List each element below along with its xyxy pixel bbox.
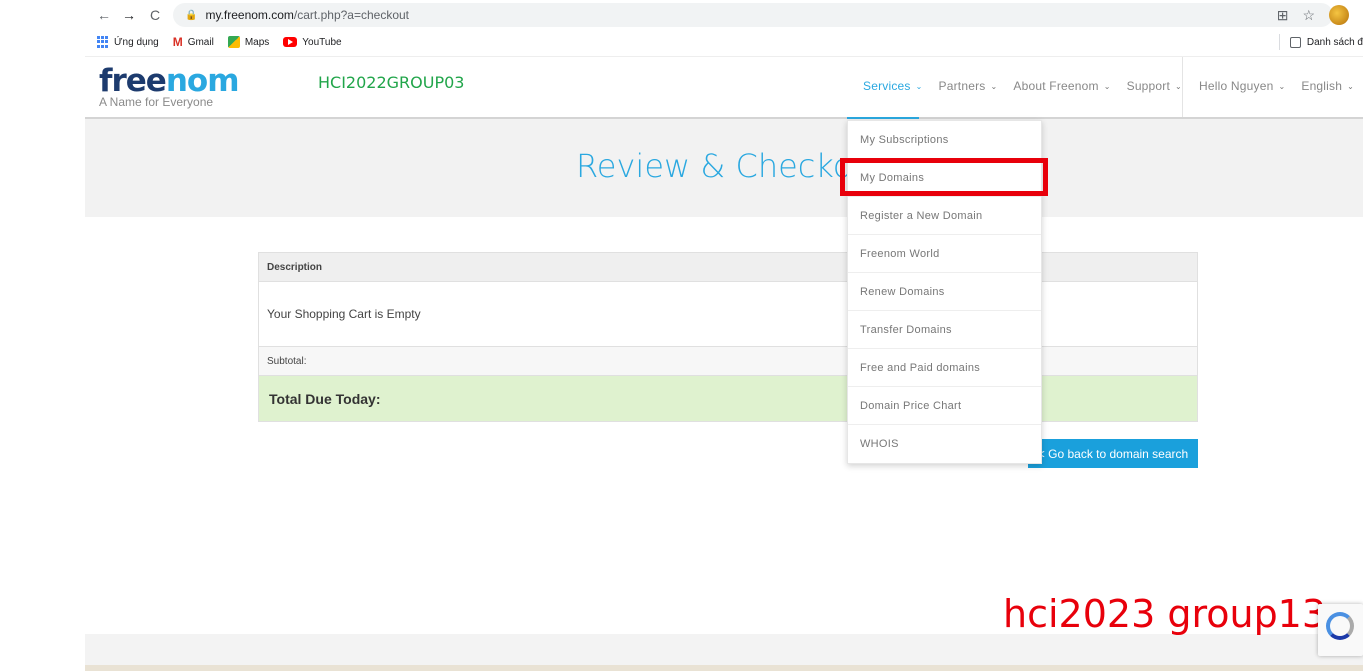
recaptcha-badge[interactable] — [1318, 604, 1363, 656]
chevron-down-icon: ⌄ — [1175, 81, 1182, 91]
reload-icon[interactable]: C — [144, 7, 166, 23]
total-due-label: Total Due Today: — [259, 376, 1197, 421]
recaptcha-icon — [1326, 612, 1354, 640]
back-to-search-button[interactable]: < Go back to domain search — [1028, 439, 1198, 468]
url-path: /cart.php?a=checkout — [293, 8, 409, 22]
gmail-icon: M — [172, 35, 183, 49]
toolbar-icons: ⊞ ☆ — [1277, 5, 1349, 25]
logo-wordmark: freenom — [99, 63, 239, 99]
main-nav: Services ⌄ Partners ⌄ About Freenom ⌄ Suppo… — [855, 79, 1190, 93]
nav-divider — [1182, 57, 1183, 119]
address-bar[interactable]: 🔒 my.freenom.com/cart.php?a=checkout — [173, 3, 1333, 27]
dropdown-item-whois[interactable]: WHOIS — [848, 425, 1041, 463]
cart-table: Description Your Shopping Cart is Empty … — [258, 252, 1198, 422]
dropdown-item-free-paid-domains[interactable]: Free and Paid domains — [848, 349, 1041, 387]
column-header-description: Description — [259, 253, 1197, 282]
group-label: HCI2022GROUP03 — [318, 73, 465, 92]
back-arrow-icon[interactable]: ← — [93, 7, 115, 23]
dropdown-item-transfer-domains[interactable]: Transfer Domains — [848, 311, 1041, 349]
chevron-down-icon: ⌄ — [990, 81, 998, 91]
youtube-icon — [283, 37, 298, 47]
star-icon[interactable]: ☆ — [1302, 7, 1315, 24]
footer-strip — [85, 665, 1363, 671]
nav-support[interactable]: Support ⌄ — [1119, 79, 1190, 93]
profile-avatar[interactable] — [1329, 5, 1349, 25]
dropdown-item-register-domain[interactable]: Register a New Domain — [848, 197, 1041, 235]
reading-list[interactable]: Danh sách đ — [1278, 34, 1363, 50]
chevron-down-icon: ⌄ — [915, 81, 923, 91]
dropdown-item-my-subscriptions[interactable]: My Subscriptions — [848, 121, 1041, 159]
nav-partners[interactable]: Partners ⌄ — [931, 79, 1006, 93]
nav-services[interactable]: Services ⌄ — [855, 79, 931, 93]
forward-arrow-icon[interactable]: → — [118, 7, 140, 23]
bookmark-youtube[interactable]: YouTube — [283, 36, 342, 48]
site-header: freenom A Name for Everyone HCI2022GROUP… — [85, 56, 1363, 119]
bookmark-label: Ứng dụng — [114, 36, 159, 48]
bookmark-label: Maps — [244, 36, 270, 48]
nav-about[interactable]: About Freenom ⌄ — [1005, 79, 1118, 93]
dropdown-item-price-chart[interactable]: Domain Price Chart — [848, 387, 1041, 425]
user-nav: Hello Nguyen ⌄ English ⌄ — [1191, 79, 1362, 93]
freenom-logo[interactable]: freenom A Name for Everyone — [99, 65, 239, 109]
apps-grid-icon — [97, 36, 109, 48]
page-title: Review & Checkout — [576, 147, 886, 185]
empty-cart-message: Your Shopping Cart is Empty — [259, 282, 1197, 347]
bookmarks-bar: Ứng dụng M Gmail Maps YouTube Danh sách … — [85, 30, 1363, 54]
subtotal-label: Subtotal: — [259, 347, 1197, 376]
bookmark-label: Gmail — [187, 36, 214, 48]
browser-toolbar: ← → C 🔒 my.freenom.com/cart.php?a=checko… — [85, 0, 1363, 30]
lock-icon: 🔒 — [185, 9, 198, 21]
bookmark-maps[interactable]: Maps — [227, 36, 270, 48]
reading-list-icon — [1289, 36, 1301, 48]
dropdown-item-freenom-world[interactable]: Freenom World — [848, 235, 1041, 273]
annotation-highlight-box — [840, 158, 1048, 196]
maps-icon — [227, 36, 240, 48]
translate-icon[interactable]: ⊞ — [1277, 7, 1289, 24]
chevron-down-icon: ⌄ — [1347, 81, 1355, 91]
user-menu[interactable]: Hello Nguyen ⌄ — [1191, 79, 1293, 93]
bookmark-apps[interactable]: Ứng dụng — [97, 36, 159, 48]
annotation-watermark: hci2023 group13 — [1003, 592, 1327, 636]
chevron-down-icon: ⌄ — [1103, 81, 1111, 91]
page-hero: Review & Checkout — [85, 119, 1363, 217]
bookmark-label: YouTube — [302, 36, 342, 48]
reading-list-label: Danh sách đ — [1306, 36, 1363, 48]
dropdown-item-renew-domains[interactable]: Renew Domains — [848, 273, 1041, 311]
chevron-down-icon: ⌄ — [1278, 81, 1286, 91]
language-menu[interactable]: English ⌄ — [1293, 79, 1362, 93]
url-host: my.freenom.com — [205, 8, 294, 22]
bookmark-gmail[interactable]: M Gmail — [173, 35, 214, 49]
